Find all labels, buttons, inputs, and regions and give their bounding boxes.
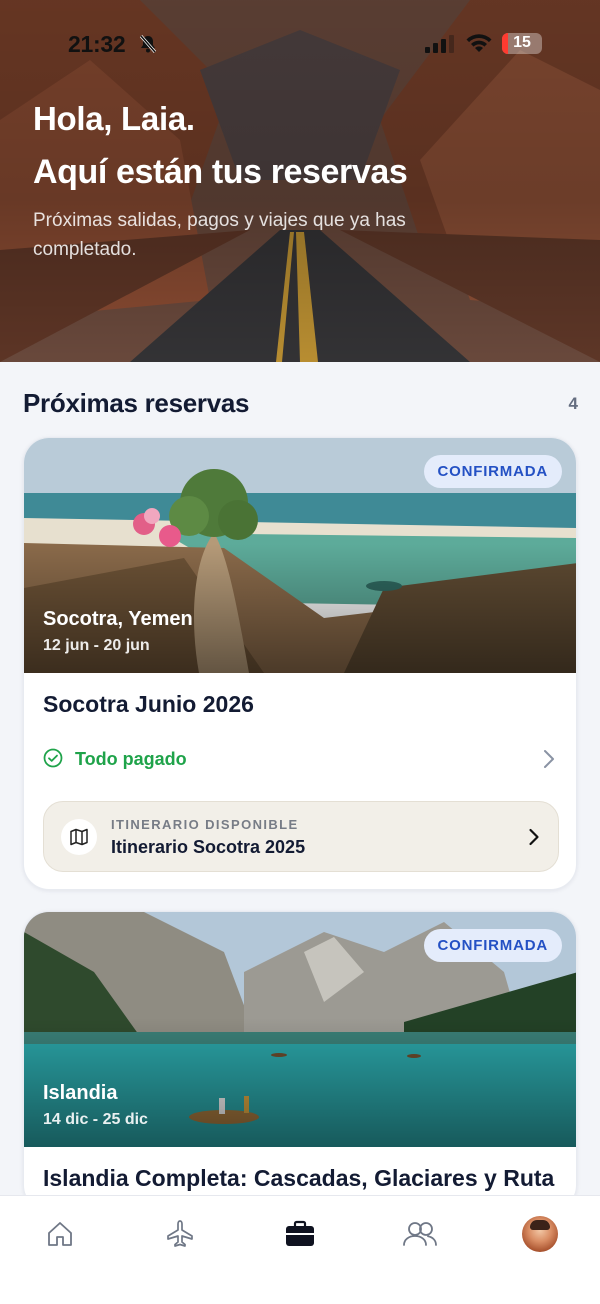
map-icon xyxy=(70,828,88,846)
tab-trips[interactable] xyxy=(156,1214,204,1254)
page-subtitle: Próximas salidas, pagos y viajes que ya … xyxy=(33,210,406,260)
payment-status-row[interactable]: Todo pagado xyxy=(43,745,559,775)
booking-card[interactable]: CONFIRMADA Islandia 14 dic - 25 dic Isla… xyxy=(23,911,577,1211)
itinerary-label: ITINERARIO DISPONIBLE xyxy=(111,817,299,832)
itinerary-name: Itinerario Socotra 2025 xyxy=(111,837,306,857)
check-circle-icon xyxy=(43,748,63,768)
avatar xyxy=(522,1216,558,1252)
wifi-icon xyxy=(466,34,492,52)
status-badge: CONFIRMADA xyxy=(423,455,562,488)
status-time: 21:32 xyxy=(68,31,126,57)
chevron-right-icon xyxy=(544,750,554,768)
briefcase-icon xyxy=(286,1220,314,1246)
payment-status-label: Todo pagado xyxy=(75,749,187,769)
booking-photo: CONFIRMADA Socotra, Yemen 12 jun - 20 ju… xyxy=(24,438,576,673)
booking-title: Socotra Junio 2026 xyxy=(43,691,254,717)
hero-banner: 21:32 15 Hola, Laia. Aquí están tus rese… xyxy=(0,0,600,362)
greeting: Hola, Laia. xyxy=(33,100,195,137)
status-badge: CONFIRMADA xyxy=(423,929,562,962)
battery-icon: 15 xyxy=(502,33,542,54)
page-title: Aquí están tus reservas xyxy=(33,153,408,191)
bell-slash-icon xyxy=(139,35,157,53)
map-icon-badge xyxy=(61,819,97,855)
battery-level-text: 15 xyxy=(513,34,531,51)
section-title: Próximas reservas xyxy=(23,388,250,418)
status-bar: 21:32 15 xyxy=(0,0,600,90)
tab-community[interactable] xyxy=(396,1214,444,1254)
tab-home[interactable] xyxy=(36,1214,84,1254)
chevron-right-icon xyxy=(529,828,539,846)
tab-bookings[interactable] xyxy=(276,1214,324,1254)
booking-title: Islandia Completa: Cascadas, Glaciares y… xyxy=(43,1165,555,1191)
booking-location: Islandia xyxy=(43,1082,118,1104)
itinerary-button[interactable]: ITINERARIO DISPONIBLE Itinerario Socotra… xyxy=(43,801,559,872)
users-icon xyxy=(403,1222,437,1246)
tab-bar xyxy=(0,1195,600,1304)
plane-icon xyxy=(167,1220,193,1247)
booking-dates: 14 dic - 25 dic xyxy=(43,1111,148,1128)
tab-profile[interactable] xyxy=(516,1214,564,1254)
booking-location: Socotra, Yemen xyxy=(43,608,193,630)
booking-dates: 12 jun - 20 jun xyxy=(43,637,150,654)
section-count: 4 xyxy=(568,394,578,413)
signal-icon xyxy=(425,35,454,53)
booking-card[interactable]: CONFIRMADA Socotra, Yemen 12 jun - 20 ju… xyxy=(23,437,577,890)
booking-photo: CONFIRMADA Islandia 14 dic - 25 dic xyxy=(24,912,576,1147)
home-icon xyxy=(48,1222,72,1246)
